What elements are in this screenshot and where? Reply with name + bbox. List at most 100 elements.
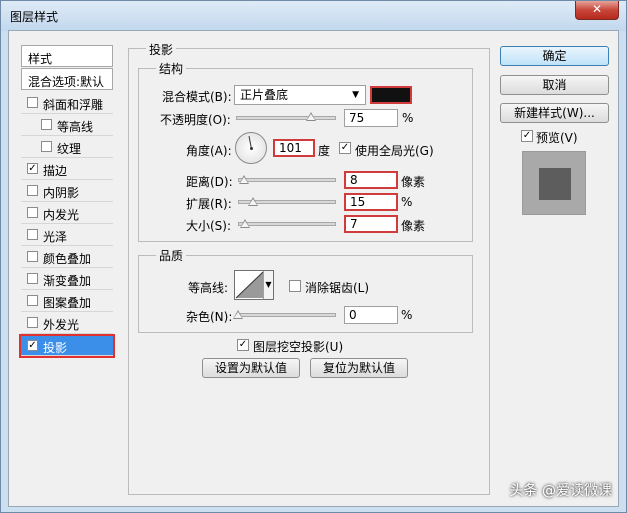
chevron-down-icon: ▼	[352, 90, 359, 100]
new-style-button[interactable]: 新建样式(W)...	[500, 103, 609, 123]
dialog-client-area: 样式 混合选项:默认 斜面和浮雕 等高线 纹理 ✓ 描边 内阴影 内发光 光泽 …	[8, 30, 619, 507]
angle-input[interactable]: 101	[273, 139, 315, 157]
style-item-gradient-overlay[interactable]: 渐变叠加	[21, 268, 113, 290]
gradient-overlay-checkbox[interactable]	[27, 273, 38, 284]
title-bar[interactable]: 图层样式 ✕	[1, 1, 626, 31]
angle-dial-center	[250, 147, 253, 150]
opacity-unit: %	[402, 111, 414, 125]
style-item-label: 图案叠加	[43, 296, 92, 310]
layer-style-dialog: 图层样式 ✕ 样式 混合选项:默认 斜面和浮雕 等高线 纹理 ✓ 描边 内阴影 …	[0, 0, 627, 513]
contour-label: 等高线:	[188, 281, 229, 295]
texture-checkbox[interactable]	[41, 141, 52, 152]
distance-label: 距离(D):	[186, 175, 233, 189]
style-item-outer-glow[interactable]: 外发光	[21, 312, 113, 334]
style-item-contour[interactable]: 等高线	[21, 114, 113, 136]
inner-shadow-checkbox[interactable]	[27, 185, 38, 196]
style-item-label: 纹理	[57, 142, 82, 156]
angle-unit: 度	[318, 144, 331, 158]
opacity-slider-thumb[interactable]	[306, 112, 316, 122]
noise-input[interactable]: 0	[344, 306, 398, 324]
watermark-text: 头条 @爱读微课	[509, 483, 612, 499]
style-list-header-styles[interactable]: 样式	[21, 45, 113, 67]
cancel-button[interactable]: 取消	[500, 75, 609, 95]
stroke-checkbox[interactable]: ✓	[27, 163, 38, 174]
style-item-label: 描边	[43, 164, 68, 178]
blend-mode-select[interactable]: 正片叠底 ▼	[234, 85, 366, 105]
style-preview-thumbnail	[522, 151, 586, 215]
size-slider[interactable]	[238, 222, 336, 226]
quality-title: 品质	[156, 247, 187, 264]
ok-button[interactable]: 确定	[500, 46, 609, 66]
distance-input[interactable]: 8	[344, 171, 398, 189]
style-item-label: 内发光	[43, 208, 80, 222]
style-item-stroke[interactable]: ✓ 描边	[21, 158, 113, 180]
style-item-label: 内阴影	[43, 186, 80, 200]
size-label: 大小(S):	[186, 219, 232, 233]
style-item-label: 外发光	[43, 318, 80, 332]
spread-input[interactable]: 15	[344, 193, 398, 211]
drop-shadow-section-title: 投影	[146, 41, 177, 58]
style-item-bevel-emboss[interactable]: 斜面和浮雕	[21, 92, 113, 114]
style-item-pattern-overlay[interactable]: 图案叠加	[21, 290, 113, 312]
noise-slider[interactable]	[236, 313, 336, 317]
style-item-label: 颜色叠加	[43, 252, 92, 266]
contour-picker[interactable]: ▼	[234, 270, 274, 300]
set-default-button[interactable]: 设置为默认值	[202, 358, 300, 378]
spread-unit: %	[401, 195, 413, 209]
opacity-input[interactable]: 75	[344, 109, 398, 127]
style-item-inner-glow[interactable]: 内发光	[21, 202, 113, 224]
drop-shadow-checkbox[interactable]: ✓	[27, 340, 38, 351]
pattern-overlay-checkbox[interactable]	[27, 295, 38, 306]
angle-dial[interactable]	[235, 132, 267, 164]
preview-checkbox[interactable]: ✓	[521, 130, 533, 142]
window-title: 图层样式	[10, 10, 59, 24]
style-preview-swatch	[539, 168, 571, 200]
opacity-label: 不透明度(O):	[160, 113, 231, 127]
style-list-blending-options[interactable]: 混合选项:默认	[21, 68, 113, 90]
contour-preview-icon	[235, 271, 264, 299]
distance-unit: 像素	[401, 175, 426, 189]
knockout-checkbox[interactable]: ✓	[237, 339, 249, 351]
size-unit: 像素	[401, 219, 426, 233]
style-list-header-label: 样式	[28, 52, 53, 66]
preview-label: 预览(V)	[536, 131, 578, 145]
blend-mode-value: 正片叠底	[240, 88, 289, 102]
spread-slider-thumb[interactable]	[248, 197, 258, 207]
opacity-slider[interactable]	[236, 116, 336, 120]
style-item-satin[interactable]: 光泽	[21, 224, 113, 246]
knockout-label: 图层挖空投影(U)	[253, 340, 344, 354]
blending-options-label: 混合选项:默认	[28, 75, 105, 89]
shadow-color-swatch[interactable]	[370, 86, 412, 104]
global-light-checkbox[interactable]: ✓	[339, 142, 351, 154]
style-item-color-overlay[interactable]: 颜色叠加	[21, 246, 113, 268]
angle-label: 角度(A):	[186, 144, 232, 158]
style-item-label: 斜面和浮雕	[43, 98, 104, 112]
style-item-inner-shadow[interactable]: 内阴影	[21, 180, 113, 202]
reset-default-button[interactable]: 复位为默认值	[310, 358, 408, 378]
style-item-label: 光泽	[43, 230, 68, 244]
outer-glow-checkbox[interactable]	[27, 317, 38, 328]
contour-checkbox[interactable]	[41, 119, 52, 130]
distance-slider-thumb[interactable]	[239, 175, 249, 185]
size-input[interactable]: 7	[344, 215, 398, 233]
noise-label: 杂色(N):	[186, 310, 233, 324]
style-item-label: 投影	[43, 341, 68, 355]
blend-mode-label: 混合模式(B):	[162, 90, 232, 104]
antialias-label: 消除锯齿(L)	[305, 281, 370, 295]
style-item-texture[interactable]: 纹理	[21, 136, 113, 158]
bevel-emboss-checkbox[interactable]	[27, 97, 38, 108]
inner-glow-checkbox[interactable]	[27, 207, 38, 218]
color-overlay-checkbox[interactable]	[27, 251, 38, 262]
style-item-drop-shadow[interactable]: ✓ 投影	[19, 334, 115, 358]
chevron-down-icon[interactable]: ▼	[263, 271, 273, 299]
noise-unit: %	[401, 308, 413, 322]
structure-title: 结构	[156, 60, 187, 77]
size-slider-thumb[interactable]	[240, 219, 250, 229]
antialias-checkbox[interactable]	[289, 280, 301, 292]
distance-slider[interactable]	[238, 178, 336, 182]
noise-slider-thumb[interactable]	[233, 310, 243, 320]
close-button[interactable]: ✕	[575, 1, 619, 20]
global-light-label: 使用全局光(G)	[355, 144, 434, 158]
satin-checkbox[interactable]	[27, 229, 38, 240]
style-item-label: 渐变叠加	[43, 274, 92, 288]
